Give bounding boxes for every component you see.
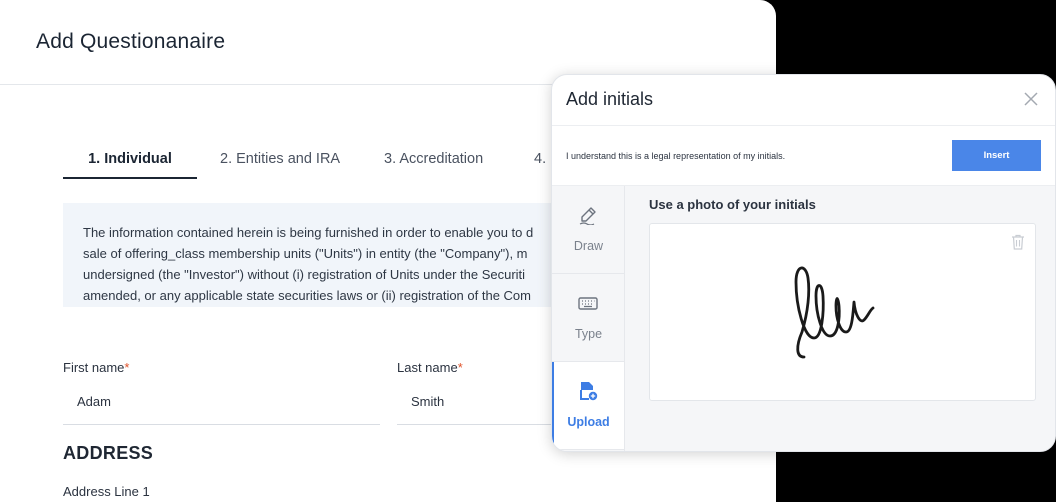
questionnaire-header: Add Questionanaire	[0, 0, 776, 85]
upload-section-title: Use a photo of your initials	[649, 197, 816, 212]
close-icon[interactable]	[1023, 91, 1039, 107]
first-name-label-text: First name	[63, 360, 125, 375]
tab-upload-label: Upload	[567, 415, 610, 429]
modal-header: Add initials	[552, 75, 1055, 126]
file-upload-icon	[580, 382, 598, 401]
tab-type[interactable]: Type	[552, 274, 624, 362]
tab-upload[interactable]: Upload	[552, 362, 624, 450]
initials-signature-image	[794, 266, 875, 359]
tab-individual[interactable]: 1. Individual	[63, 140, 197, 179]
modal-title: Add initials	[566, 89, 654, 109]
trash-icon[interactable]	[1011, 234, 1025, 250]
legal-notice: I understand this is a legal representat…	[566, 151, 786, 161]
first-name-label: First name*	[63, 360, 129, 375]
tab-type-label: Type	[574, 327, 603, 341]
required-mark: *	[457, 360, 463, 375]
initials-method-tabs: Draw Type Upload	[552, 186, 625, 451]
keyboard-icon	[578, 297, 598, 310]
page-title: Add Questionanaire	[36, 30, 226, 53]
address-line1-label: Address Line 1	[63, 484, 150, 499]
tab-draw-label: Draw	[573, 239, 604, 253]
questionnaire-tabs: 1. Individual 2. Entities and IRA 3. Acc…	[63, 140, 546, 180]
first-name-field[interactable]: Adam	[63, 393, 380, 425]
tab-4[interactable]: 4.	[534, 140, 546, 179]
last-name-label-text: Last name	[397, 360, 458, 375]
required-mark: *	[124, 360, 130, 375]
add-initials-modal: Add initials I understand this is a lega…	[551, 74, 1056, 452]
initials-upload-area[interactable]	[649, 223, 1036, 401]
tab-draw[interactable]: Draw	[552, 186, 624, 274]
tab-accreditation[interactable]: 3. Accreditation	[384, 140, 483, 179]
insert-button[interactable]: Insert	[952, 140, 1041, 171]
modal-body: Draw Type Upload Use a photo of your ini…	[552, 186, 1055, 451]
modal-action-bar: I understand this is a legal representat…	[552, 126, 1055, 186]
tab-entities-and-ira[interactable]: 2. Entities and IRA	[220, 140, 340, 179]
address-heading: ADDRESS	[63, 443, 154, 463]
last-name-label: Last name*	[397, 360, 463, 375]
pen-icon	[579, 207, 596, 225]
